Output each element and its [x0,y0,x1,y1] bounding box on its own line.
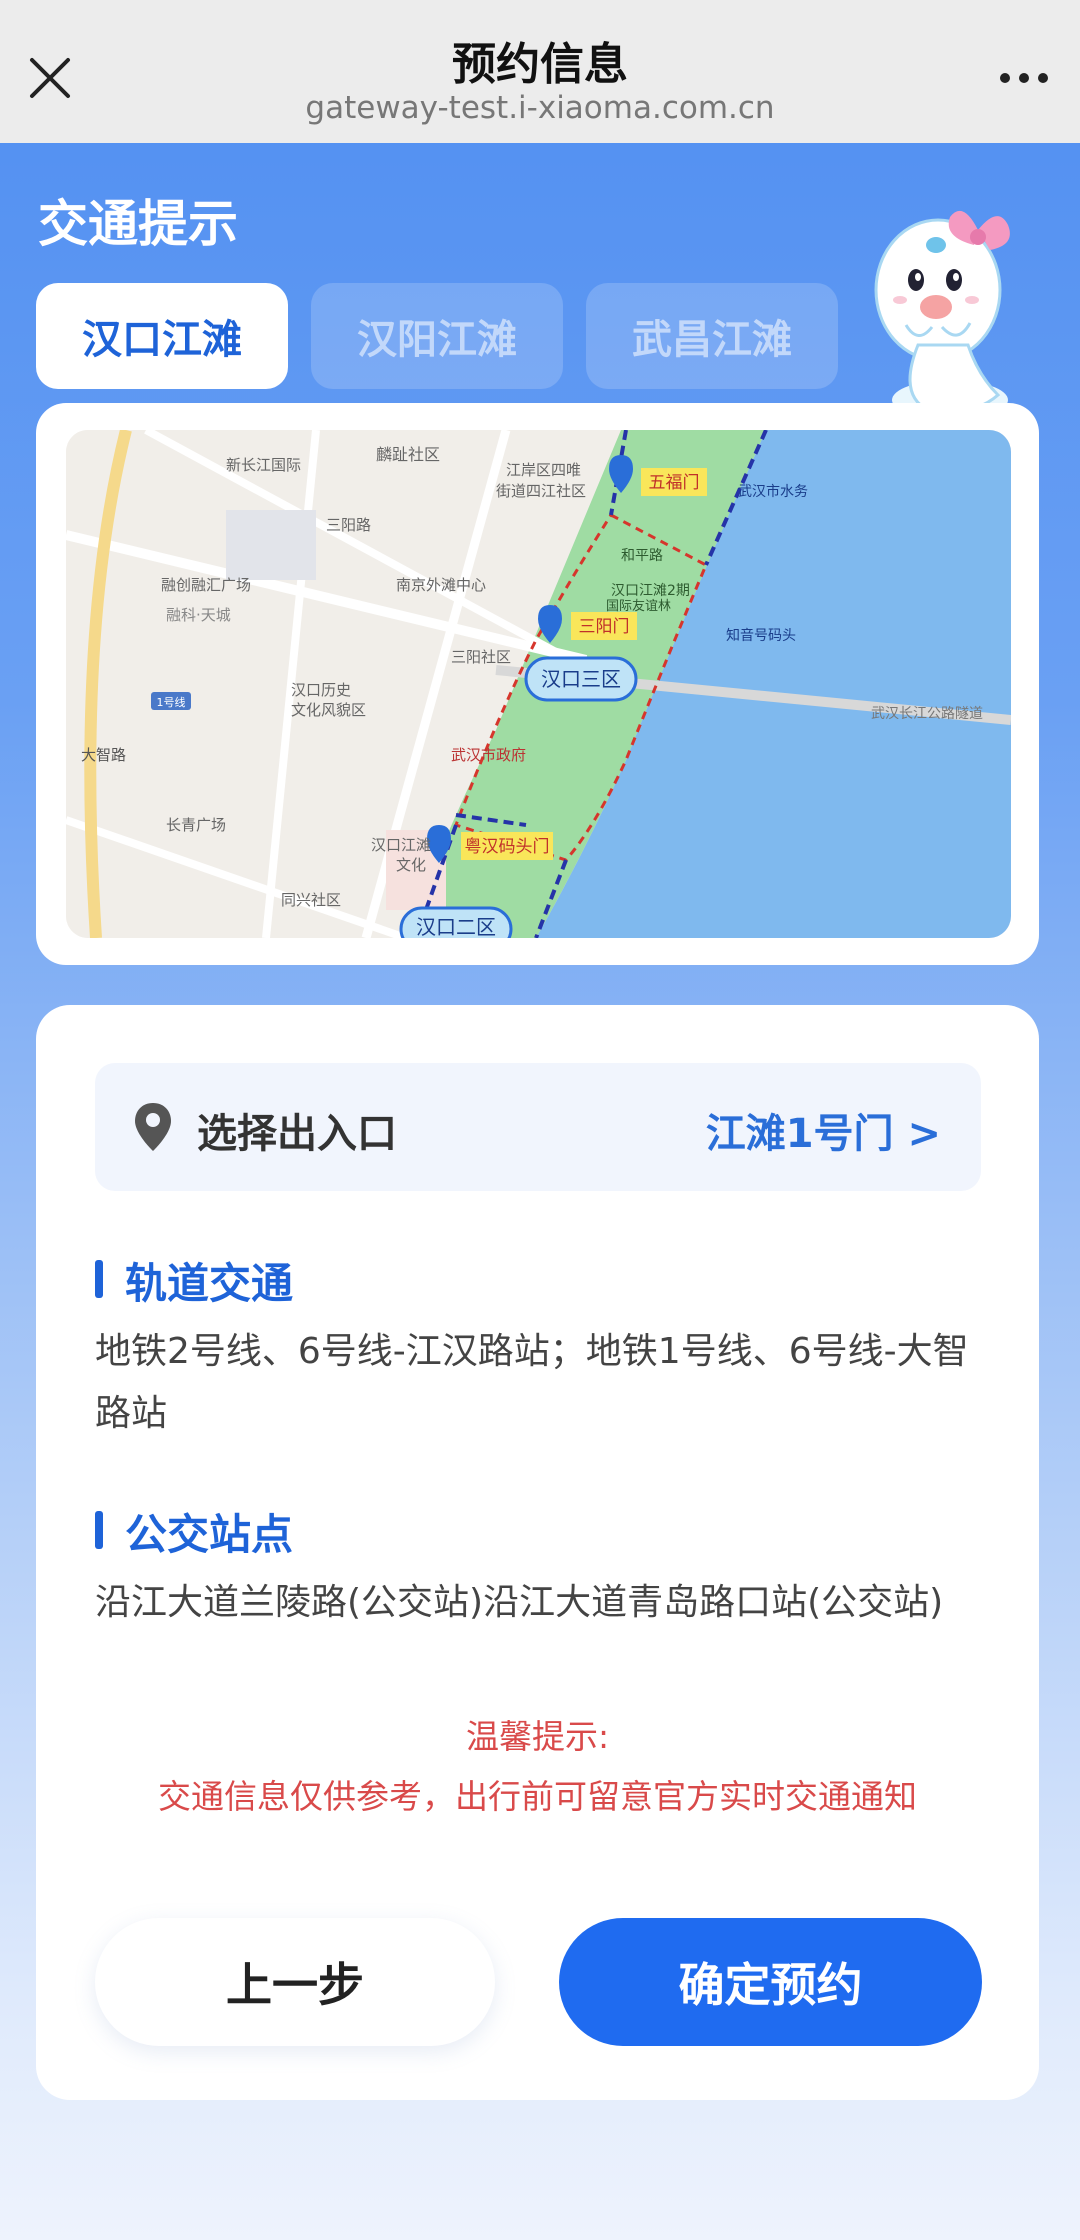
map-station-label: 1号线 [157,695,186,709]
previous-step-button[interactable]: 上一步 [95,1918,495,2046]
map-place-label: 知音号码头 [726,627,796,644]
confirm-booking-button[interactable]: 确定预约 [559,1918,982,2046]
map-place-label: 文化风貌区 [291,701,366,719]
map-place-label: 南京外滩中心 [396,576,486,594]
map-zone3-label: 汉口三区 [541,667,621,691]
map-gate5-label: 五福门 [649,473,700,493]
tab-hankou-jiangtan[interactable]: 汉口江滩 [36,283,288,389]
map-place-label: 同兴社区 [281,891,341,909]
map-place-label: 融创融汇广场 [161,576,251,594]
entrance-value[interactable]: 江滩1号门 > [706,1101,941,1159]
tip-text: 交通信息仅供参考，出行前可留意官方实时交通通知 [158,1777,917,1816]
map-place-label: 三阳路 [326,516,371,534]
mascot-illustration [874,210,1010,420]
map-gate3-label: 三阳门 [579,617,630,637]
map-place-label: 国际友谊林 [606,598,671,614]
map-place-label: 汉口历史 [291,681,351,699]
entrance-selector[interactable]: 选择出入口 江滩1号门 > [95,1063,981,1191]
map-place-label: 武汉长江公路隧道 [871,706,983,722]
map-place-label: 街道四江社区 [496,482,586,500]
rail-transit-text: 地铁2号线、6号线-江汉路站；地铁1号线、6号线-大智路站 [95,1331,969,1434]
map-place-label: 文化 [396,856,426,874]
map-card: 汉口三区 汉口二区 五福门 三阳门 粤汉码头门 新长江国际 麟趾社区 江岸区四唯… [36,403,1039,965]
more-options-icon[interactable] [988,48,1060,108]
tab-wuchang-jiangtan[interactable]: 武昌江滩 [586,283,838,389]
map-view[interactable]: 汉口三区 汉口二区 五福门 三阳门 粤汉码头门 新长江国际 麟趾社区 江岸区四唯… [66,430,1011,938]
map-place-label: 大智路 [81,746,126,764]
section-title: 交通提示 [38,195,238,253]
map-place-label: 江岸区四唯 [506,461,581,479]
browser-top-bar: 预约信息 gateway-test.i-xiaoma.com.cn [0,0,1080,143]
bus-stop-heading: 公交站点 [95,1501,293,1562]
map-place-label: 长青广场 [166,816,226,834]
bus-stop-text: 沿江大道兰陵路(公交站)沿江大道青岛路口站(公交站) [95,1582,944,1623]
map-gate-yue-label: 粤汉码头门 [465,837,550,857]
map-zone2-label: 汉口二区 [416,915,496,938]
tab-hanyang-jiangtan[interactable]: 汉阳江滩 [311,283,563,389]
rail-transit-heading: 轨道交通 [95,1250,293,1311]
info-card: 选择出入口 江滩1号门 > 轨道交通 地铁2号线、6号线-江汉路站；地铁1号线、… [36,1005,1039,2100]
entrance-label: 选择出入口 [197,1111,397,1157]
tip-title: 温馨提示: [465,1717,610,1756]
map-place-label: 和平路 [621,548,663,564]
map-place-label: 汉口江滩2期 [611,583,690,599]
map-place-label: 武汉市政府 [451,746,526,764]
map-place-label: 麟趾社区 [376,445,440,464]
page-url: gateway-test.i-xiaoma.com.cn [305,90,775,126]
map-place-label: 汉口江滩 [371,836,431,854]
map-place-label: 武汉市水务 [738,483,808,500]
page-title: 预约信息 [452,39,628,90]
map-place-label: 三阳社区 [451,648,511,666]
location-pin-icon [135,1103,171,1151]
map-place-label: 融科·天城 [166,606,231,624]
map-place-label: 新长江国际 [226,456,301,474]
